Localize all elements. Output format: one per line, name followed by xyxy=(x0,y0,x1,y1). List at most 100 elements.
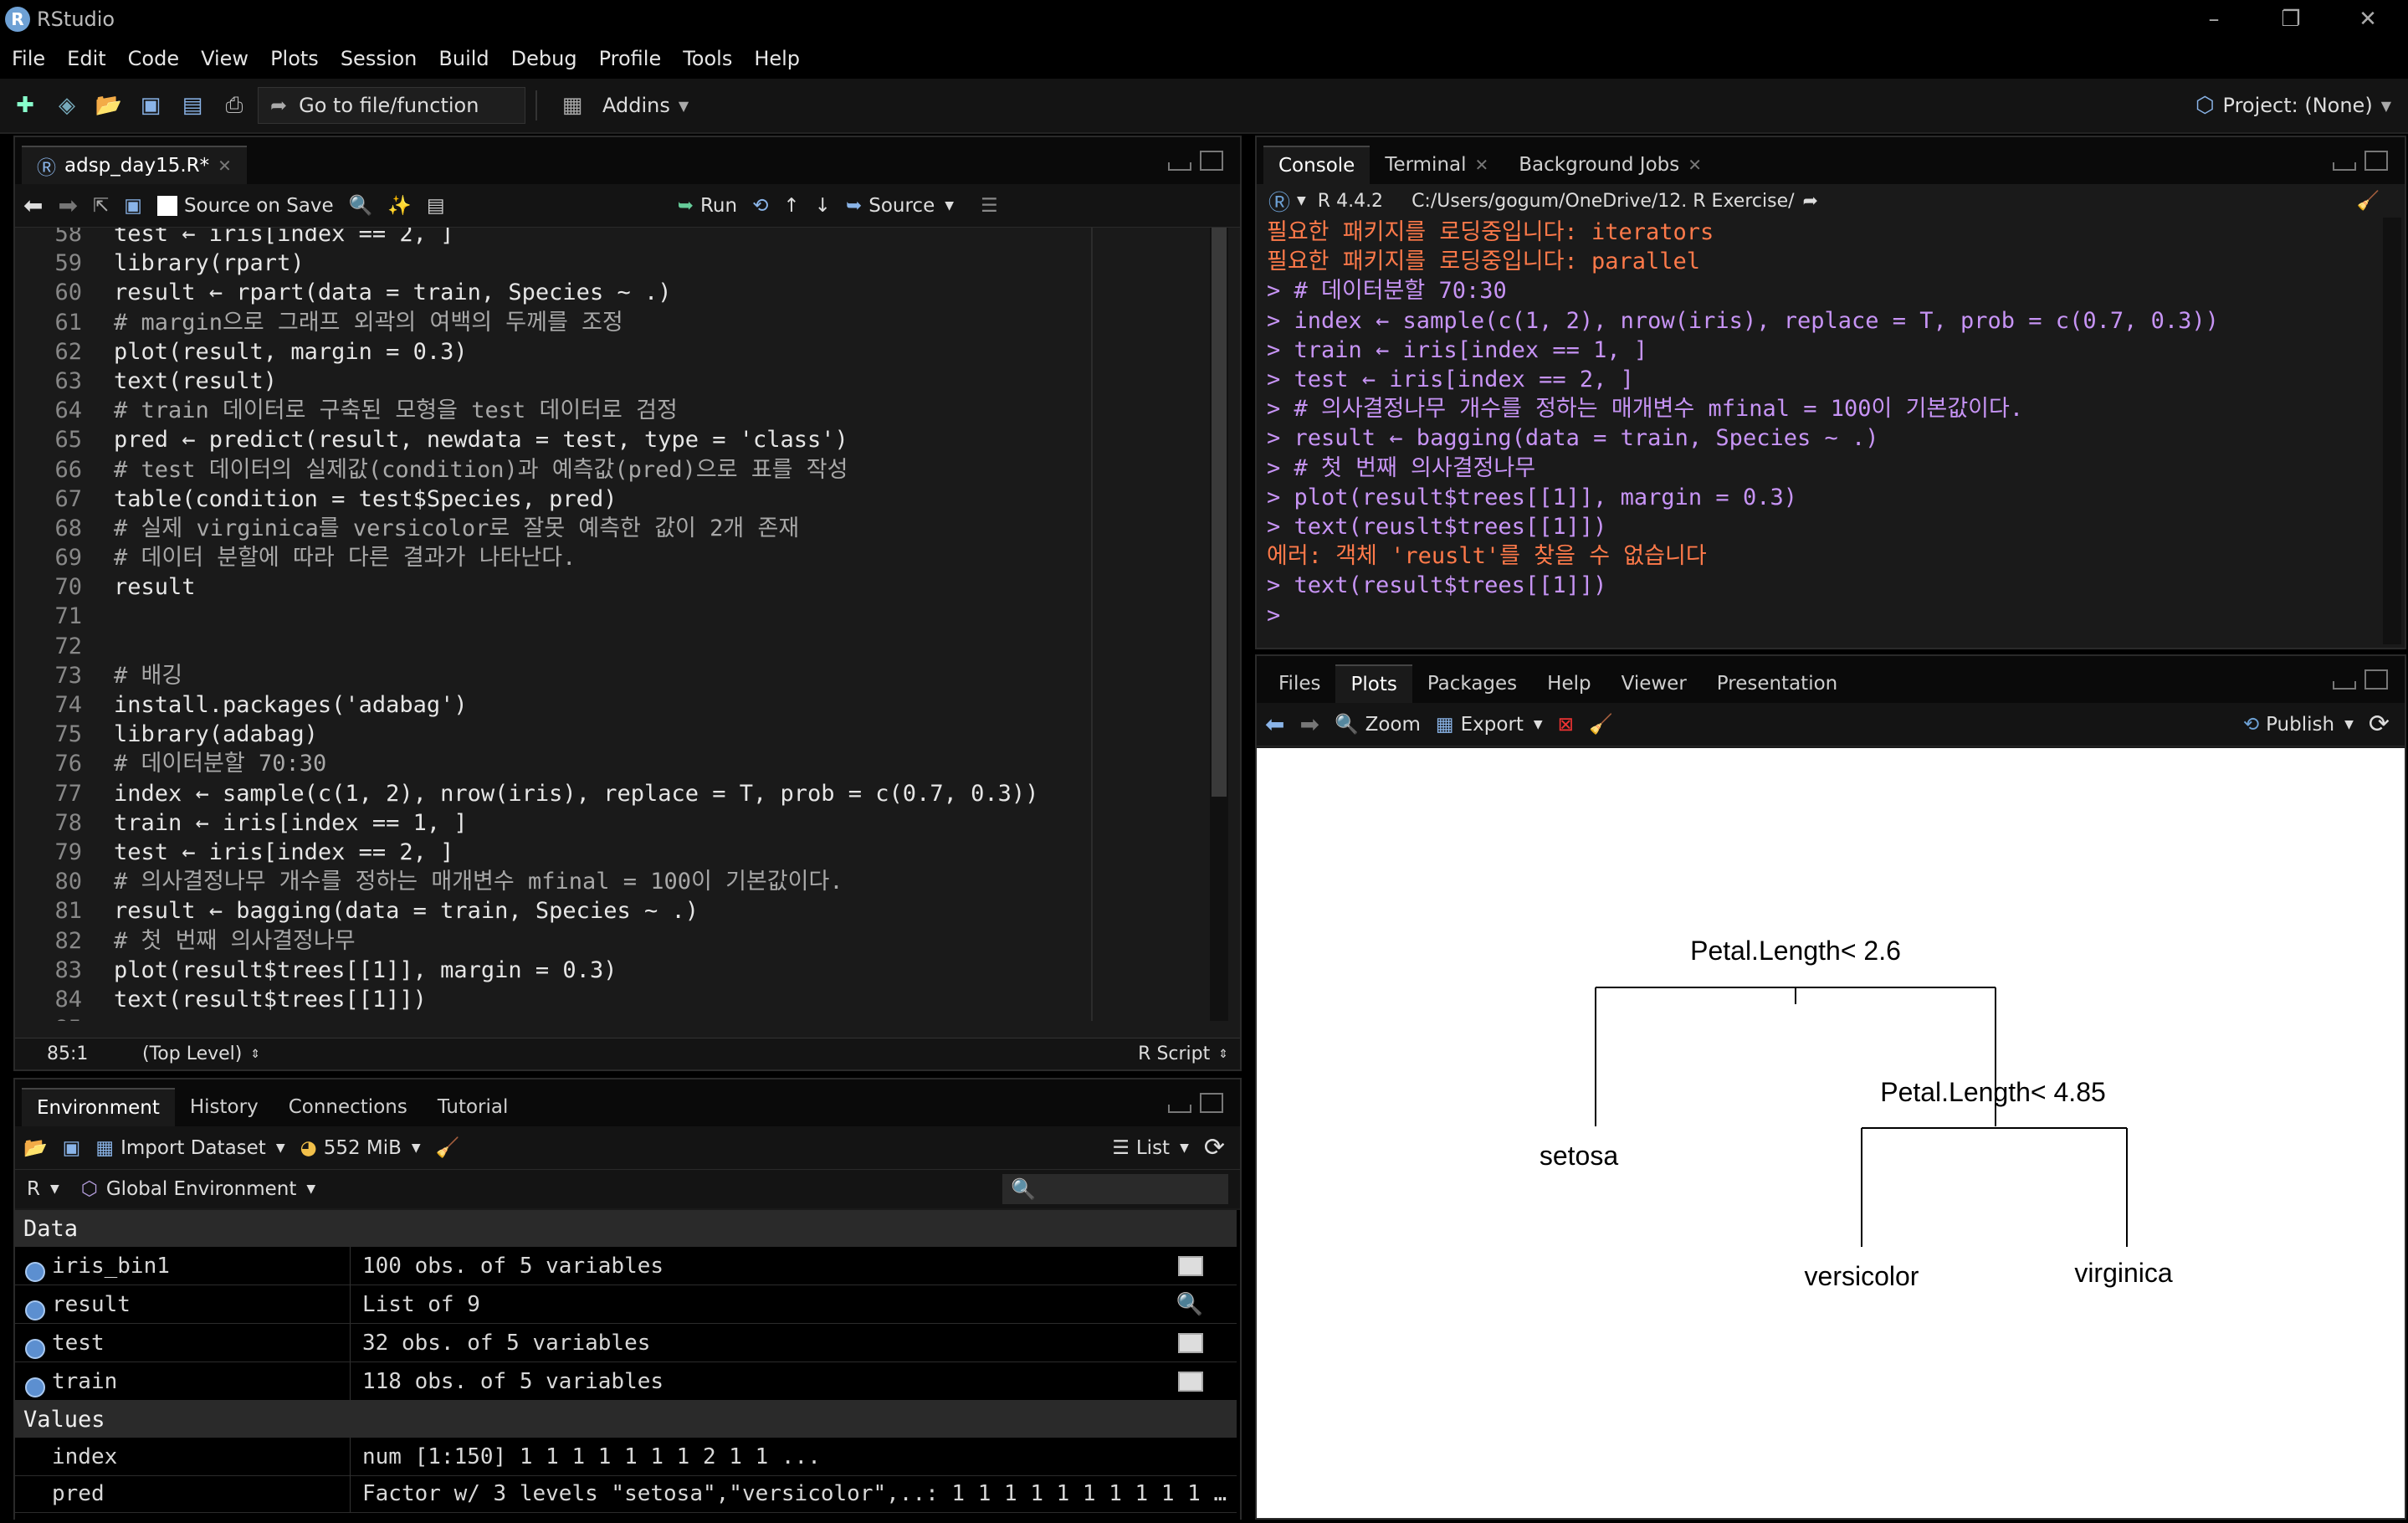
editor-minmax[interactable] xyxy=(1168,151,1223,171)
back-arrow-icon[interactable]: ⬅ xyxy=(23,192,43,219)
tab-console[interactable]: Console xyxy=(1263,146,1371,184)
compile-report-icon[interactable]: ▤ xyxy=(427,195,445,217)
console-minmax[interactable] xyxy=(2333,151,2388,171)
r-version[interactable]: R 4.4.2 xyxy=(1318,191,1383,212)
menu-tools[interactable]: Tools xyxy=(683,47,732,70)
menu-help[interactable]: Help xyxy=(754,47,800,70)
run-button[interactable]: ➥ Run xyxy=(678,195,737,217)
close-terminal-icon[interactable]: ✕ xyxy=(1475,155,1489,175)
show-in-window-icon[interactable]: ⇱ xyxy=(93,195,109,217)
tab-tutorial[interactable]: Tutorial xyxy=(423,1088,524,1126)
view-data-grid-icon[interactable] xyxy=(1178,1332,1203,1353)
clear-console-icon[interactable]: 🧹 xyxy=(2357,191,2380,212)
tab-adsp-day15[interactable]: Ⓡ adsp_day15.R* ✕ xyxy=(22,146,247,184)
menu-code[interactable]: Code xyxy=(128,47,179,70)
export-button[interactable]: ▦ Export ▼ xyxy=(1436,714,1543,736)
print-icon[interactable]: ⎙ xyxy=(218,89,251,122)
env-data-row[interactable]: test 32 obs. of 5 variables xyxy=(15,1324,1237,1362)
env-data-row[interactable]: iris_bin1 100 obs. of 5 variables xyxy=(15,1247,1237,1285)
rerun-icon[interactable]: ⟲ xyxy=(752,195,768,217)
view-data-grid-icon[interactable] xyxy=(1178,1255,1203,1276)
env-value-row[interactable]: index num [1:150] 1 1 1 1 1 1 1 2 1 1 ... xyxy=(15,1438,1237,1476)
tab-connections[interactable]: Connections xyxy=(274,1088,423,1126)
menu-profile[interactable]: Profile xyxy=(599,47,662,70)
editor-save-icon[interactable]: ▣ xyxy=(124,195,142,217)
plot-back-icon[interactable]: ⬅ xyxy=(1265,710,1284,738)
console-output[interactable]: 필요한 패키지를 로딩중입니다: iterators 필요한 패키지를 로딩중입니… xyxy=(1267,218,2354,636)
env-search-input[interactable]: 🔍 xyxy=(1002,1174,1228,1204)
forward-arrow-icon[interactable]: ➡ xyxy=(58,192,77,219)
search-icon[interactable]: 🔍 xyxy=(349,194,373,217)
close-tab-icon[interactable]: ✕ xyxy=(218,156,232,176)
tab-environment[interactable]: Environment xyxy=(22,1088,175,1126)
expand-object-icon[interactable] xyxy=(25,1261,45,1282)
save-all-icon[interactable]: ▤ xyxy=(176,89,209,122)
goto-directory-icon[interactable]: ➦ xyxy=(1803,191,1818,212)
publish-button[interactable]: ⟲ Publish ▼ xyxy=(2243,714,2354,736)
save-icon[interactable]: ▣ xyxy=(134,89,167,122)
close-background-jobs-icon[interactable]: ✕ xyxy=(1688,155,1702,175)
menu-debug[interactable]: Debug xyxy=(511,47,577,70)
menu-plots[interactable]: Plots xyxy=(270,47,319,70)
global-environment-selector[interactable]: Global Environment xyxy=(106,1178,297,1200)
magic-wand-icon[interactable]: ✨ xyxy=(387,194,412,217)
tab-background-jobs[interactable]: Background Jobs ✕ xyxy=(1504,146,1717,184)
expand-object-icon[interactable] xyxy=(25,1300,45,1320)
code-area[interactable]: 58 test ← iris[index == 2, ] 59 library(rpa… xyxy=(15,228,1228,1021)
clear-plots-icon[interactable]: 🧹 xyxy=(1589,713,1613,736)
open-file-icon[interactable]: 📂 xyxy=(92,89,126,122)
view-data-grid-icon[interactable] xyxy=(1178,1371,1203,1392)
save-workspace-icon[interactable]: ▣ xyxy=(63,1137,81,1159)
source-on-save-checkbox[interactable]: Source on Save xyxy=(156,195,334,217)
memory-usage[interactable]: ◕ 552 MiB ▼ xyxy=(300,1137,421,1159)
refresh-icon[interactable]: ⟳ xyxy=(1204,1133,1225,1162)
list-view-button[interactable]: ☰ List ▼ xyxy=(1112,1137,1189,1159)
menu-session[interactable]: Session xyxy=(341,47,418,70)
menu-edit[interactable]: Edit xyxy=(67,47,105,70)
tab-plots[interactable]: Plots xyxy=(1335,664,1412,703)
minimize-button[interactable]: – xyxy=(2175,0,2252,38)
file-type-selector[interactable]: R Script xyxy=(1138,1044,1210,1064)
tab-terminal[interactable]: Terminal ✕ xyxy=(1370,146,1504,184)
menu-build[interactable]: Build xyxy=(438,47,489,70)
tab-history[interactable]: History xyxy=(175,1088,274,1126)
tab-packages[interactable]: Packages xyxy=(1412,664,1532,703)
expand-object-icon[interactable] xyxy=(25,1377,45,1397)
env-value-row[interactable]: pred Factor w/ 3 levels "setosa","versico… xyxy=(15,1474,1237,1513)
scope-selector[interactable]: (Top Level) xyxy=(142,1044,242,1064)
tab-presentation[interactable]: Presentation xyxy=(1702,664,1852,703)
zoom-button[interactable]: 🔍 Zoom xyxy=(1335,713,1421,736)
tab-viewer[interactable]: Viewer xyxy=(1606,664,1702,703)
env-data-row[interactable]: result List of 9 🔍 xyxy=(15,1285,1237,1324)
menu-file[interactable]: File xyxy=(12,47,45,70)
expand-object-icon[interactable] xyxy=(25,1338,45,1359)
outline-icon[interactable]: ☰ xyxy=(981,195,998,217)
editor-scrollbar[interactable] xyxy=(1210,228,1228,1021)
goto-file-input[interactable]: ➦ Go to file/function xyxy=(258,87,525,124)
env-minmax[interactable] xyxy=(1168,1093,1223,1113)
plots-minmax[interactable] xyxy=(2333,669,2388,690)
console-scrollbar[interactable] xyxy=(2383,218,2401,644)
tab-help[interactable]: Help xyxy=(1532,664,1606,703)
menu-view[interactable]: View xyxy=(201,47,248,70)
close-button[interactable]: ✕ xyxy=(2329,0,2406,38)
project-menu[interactable]: ⬡ Project: (None) ▼ xyxy=(2195,93,2391,118)
plot-forward-icon[interactable]: ➡ xyxy=(1299,710,1319,738)
env-data-row[interactable]: train 118 obs. of 5 variables xyxy=(15,1362,1237,1401)
import-dataset-button[interactable]: ▦ Import Dataset ▼ xyxy=(95,1137,284,1159)
remove-plot-icon[interactable]: ⊠ xyxy=(1558,714,1574,736)
source-button[interactable]: ➥ Source ▼ xyxy=(846,195,954,217)
grid-layout-icon[interactable]: ▦ xyxy=(556,89,589,122)
new-file-icon[interactable]: ✚ xyxy=(8,89,42,122)
maximize-button[interactable]: ❐ xyxy=(2252,0,2329,38)
up-arrow-icon[interactable]: ↑ xyxy=(783,195,799,217)
addins-menu[interactable]: Addins xyxy=(602,94,670,117)
view-object-search-icon[interactable]: 🔍 xyxy=(1176,1292,1203,1317)
language-selector[interactable]: R xyxy=(27,1178,40,1200)
plot-refresh-icon[interactable]: ⟳ xyxy=(2369,710,2390,739)
down-arrow-icon[interactable]: ↓ xyxy=(815,195,831,217)
clear-broom-icon[interactable]: 🧹 xyxy=(436,1136,460,1159)
new-project-icon[interactable]: ◈ xyxy=(50,89,84,122)
tab-files[interactable]: Files xyxy=(1263,664,1335,703)
load-workspace-icon[interactable]: 📂 xyxy=(23,1136,48,1159)
